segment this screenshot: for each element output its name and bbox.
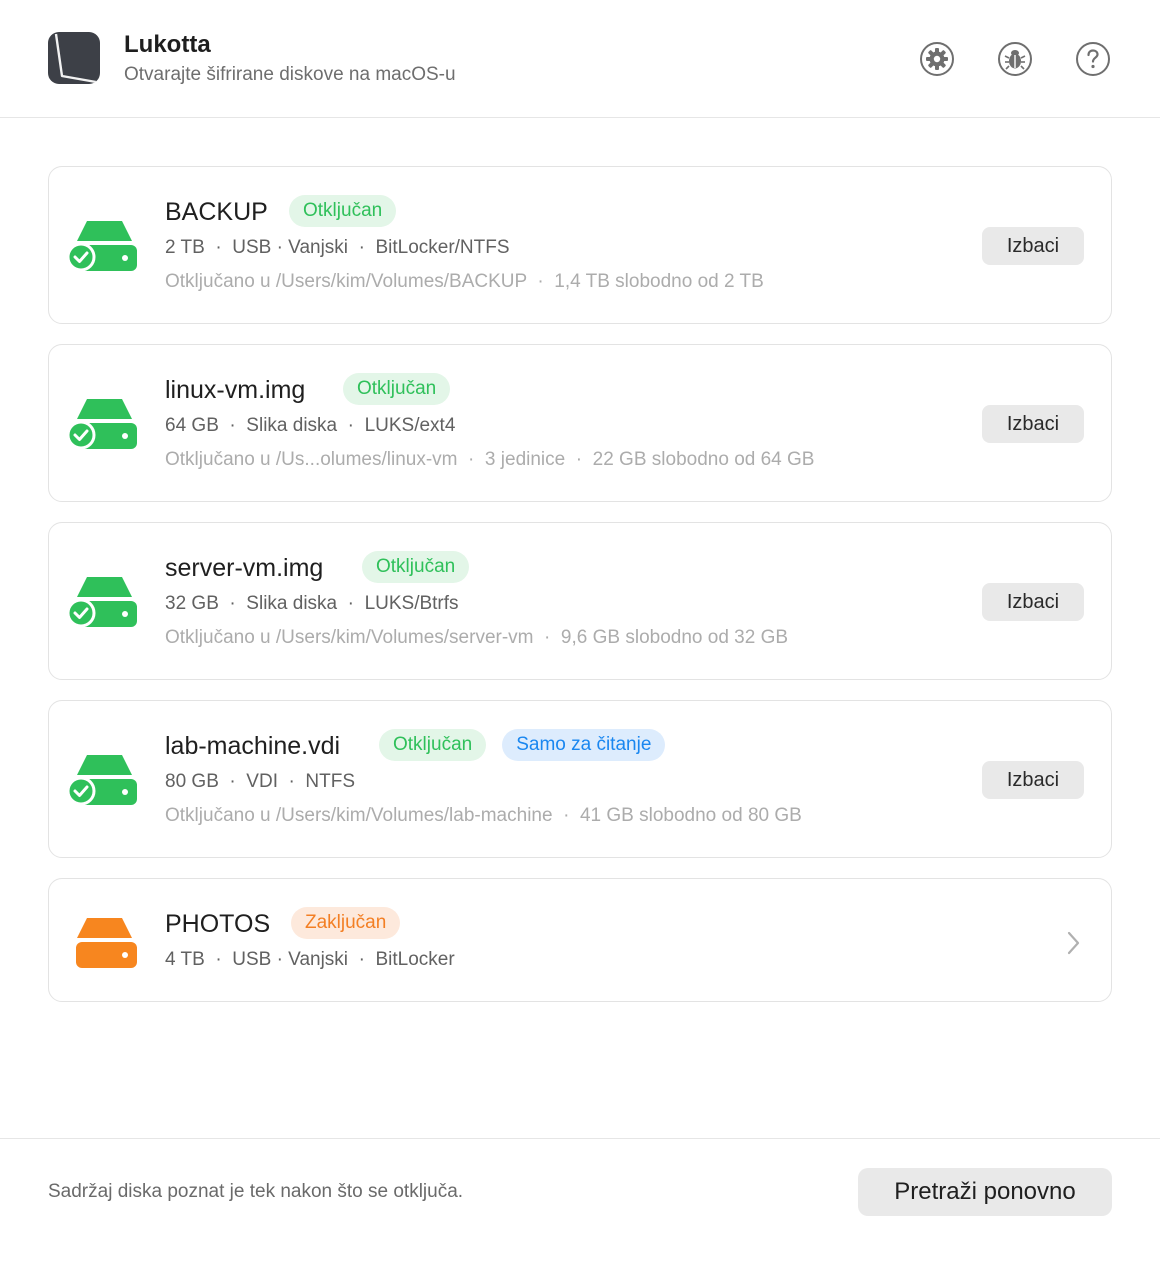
- help-button[interactable]: [1075, 41, 1111, 77]
- status-badge: Otključan: [362, 551, 470, 583]
- drive-mount-info: Otključano u /Users/kim/Volumes/server-v…: [165, 627, 789, 648]
- question-icon: [1076, 42, 1110, 76]
- eject-button[interactable]: Izbaci: [982, 583, 1084, 621]
- gear-icon: [920, 42, 954, 76]
- footer-divider: [0, 1138, 1160, 1139]
- badge-row: Zaključan: [291, 907, 401, 939]
- drive-unlocked-icon: [65, 571, 139, 631]
- app-subtitle: Otvarajte šifrirane diskove na macOS-u: [124, 64, 456, 85]
- drive-mount-info: Otključano u /Us...olumes/linux-vm · 3 j…: [165, 449, 815, 470]
- drive-card-backup[interactable]: BACKUP Otključan 2 TB · USB · Vanjski · …: [48, 166, 1112, 324]
- footer-note: Sadržaj diska poznat je tek nakon što se…: [48, 1181, 464, 1202]
- drive-card-photos[interactable]: PHOTOS Zaključan 4 TB · USB · Vanjski · …: [48, 878, 1112, 1002]
- drive-unlocked-icon: [65, 749, 139, 809]
- app-title: Lukotta: [124, 31, 211, 58]
- drive-mount-info: Otključano u /Users/kim/Volumes/BACKUP ·…: [165, 271, 764, 292]
- drive-name: linux-vm.img: [165, 376, 306, 404]
- status-badge: Otključan: [289, 195, 397, 227]
- drive-card-linux-vm[interactable]: linux-vm.img Otključan 64 GB · Slika dis…: [48, 344, 1112, 502]
- drive-meta: 32 GB · Slika diska · LUKS/Btrfs: [165, 593, 459, 614]
- status-badge: Otključan: [379, 729, 487, 761]
- status-badge: Otključan: [343, 373, 451, 405]
- eject-button[interactable]: Izbaci: [982, 405, 1084, 443]
- drive-meta: 4 TB · USB · Vanjski · BitLocker: [165, 949, 455, 970]
- status-badge: Zaključan: [291, 907, 401, 939]
- debug-button[interactable]: [997, 41, 1033, 77]
- rescan-button[interactable]: Pretraži ponovno: [858, 1168, 1112, 1216]
- readonly-badge: Samo za čitanje: [502, 729, 666, 761]
- app-header: Lukotta Otvarajte šifrirane diskove na m…: [0, 0, 1160, 118]
- chevron-right-icon[interactable]: [1061, 928, 1085, 958]
- drive-meta: 64 GB · Slika diska · LUKS/ext4: [165, 415, 456, 436]
- drive-name: server-vm.img: [165, 554, 324, 582]
- drive-card-lab-machine[interactable]: lab-machine.vdi Otključan Samo za čitanj…: [48, 700, 1112, 858]
- drive-unlocked-icon: [65, 215, 139, 275]
- settings-button[interactable]: [919, 41, 955, 77]
- drive-meta: 2 TB · USB · Vanjski · BitLocker/NTFS: [165, 237, 510, 258]
- badge-row: Otključan: [343, 373, 451, 405]
- eject-button[interactable]: Izbaci: [982, 227, 1084, 265]
- drive-locked-icon: [65, 912, 139, 972]
- bug-icon: [998, 42, 1032, 76]
- drive-name: PHOTOS: [165, 910, 271, 938]
- drive-unlocked-icon: [65, 393, 139, 453]
- badge-row: Otključan: [289, 195, 397, 227]
- badge-row: Otključan: [362, 551, 470, 583]
- eject-button[interactable]: Izbaci: [982, 761, 1084, 799]
- drive-meta: 80 GB · VDI · NTFS: [165, 771, 356, 792]
- badge-row: Otključan Samo za čitanje: [379, 729, 666, 761]
- app-logo-icon: [48, 32, 100, 84]
- drive-mount-info: Otključano u /Users/kim/Volumes/lab-mach…: [165, 805, 802, 826]
- drive-card-server-vm[interactable]: server-vm.img Otključan 32 GB · Slika di…: [48, 522, 1112, 680]
- drive-name: lab-machine.vdi: [165, 732, 341, 760]
- drive-name: BACKUP: [165, 198, 268, 226]
